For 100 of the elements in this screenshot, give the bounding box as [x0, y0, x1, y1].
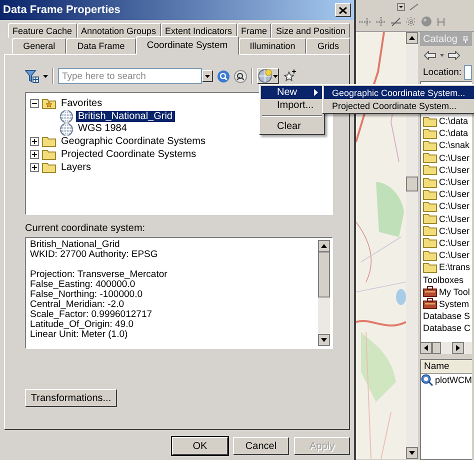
dialog-button[interactable]: Cancel: [233, 437, 289, 455]
tab[interactable]: Feature Cache: [8, 23, 76, 38]
dotted-line-icon[interactable]: [359, 16, 371, 26]
expand-icon[interactable]: [30, 150, 39, 160]
catalog-title: Catalog: [423, 34, 458, 44]
detail-line: WKID: 27700 Authority: EPSG: [30, 250, 159, 260]
folder-icon: [423, 176, 437, 188]
tree-item[interactable]: Favorites: [59, 98, 104, 109]
crosshair-icon[interactable]: [376, 16, 386, 26]
catalog-item[interactable]: C:\snak: [439, 140, 470, 150]
folder-icon: [423, 213, 437, 224]
detail-line: Central_Meridian: -2.0: [30, 300, 125, 310]
tab[interactable]: Data Frame: [66, 38, 136, 54]
sparkle-icon[interactable]: [406, 16, 416, 26]
tab[interactable]: Coordinate System: [136, 36, 239, 55]
close-icon: [339, 6, 347, 14]
globe-icon: [60, 122, 73, 136]
collapse-icon[interactable]: [30, 98, 39, 108]
folder-icon: [423, 188, 437, 200]
catalog-item[interactable]: C:\data: [439, 128, 468, 138]
vertical-scrollbar[interactable]: [318, 240, 330, 346]
expand-icon[interactable]: [30, 162, 39, 172]
catalog-item[interactable]: C:\User: [439, 164, 470, 175]
folder-icon: [423, 200, 437, 212]
folder-icon: [42, 162, 56, 173]
forward-arrow-icon[interactable]: [448, 50, 460, 60]
folder-icon: [42, 136, 56, 148]
catalog-item[interactable]: Toolboxes: [423, 274, 464, 285]
detail-line: British_National_Grid: [30, 240, 121, 250]
tree-item[interactable]: Geographic Coordinate Systems: [59, 136, 208, 148]
content-item[interactable]: plotWCM: [435, 375, 472, 386]
tab[interactable]: General: [12, 38, 66, 54]
detail-line: False_Northing: -100000.0: [30, 290, 144, 300]
filter-icon[interactable]: [25, 70, 39, 82]
line-tool-icon[interactable]: [409, 3, 419, 11]
column-header[interactable]: Name: [421, 360, 472, 374]
detail-line: Projection: Transverse_Mercator: [30, 270, 168, 280]
add-coordinate-system-button[interactable]: [257, 68, 279, 84]
transformations-button[interactable]: Transformations...: [25, 389, 117, 407]
catalog-item[interactable]: C:\User: [439, 238, 470, 248]
expand-icon[interactable]: [30, 137, 39, 146]
back-arrow-icon[interactable]: [424, 50, 436, 60]
horizontal-scrollbar[interactable]: [420, 342, 472, 354]
menu-item[interactable]: Projected Coordinate System...: [324, 99, 474, 112]
folder-icon: [42, 149, 56, 160]
clear-search-icon[interactable]: [234, 70, 247, 82]
menu-item[interactable]: Geographic Coordinate System...: [324, 86, 474, 99]
catalog-item[interactable]: System: [439, 298, 470, 309]
tree-item[interactable]: British_National_Grid: [76, 110, 174, 122]
detail-line: Scale_Factor: 0.9996012717: [30, 310, 154, 320]
search-field[interactable]: Type here to search: [58, 68, 202, 84]
tab[interactable]: Annotation Groups: [76, 23, 161, 38]
star-icon[interactable]: [283, 69, 297, 83]
catalog-item[interactable]: Database S: [423, 311, 470, 322]
catalog-item[interactable]: C:\User: [439, 152, 470, 163]
close-button[interactable]: [335, 3, 351, 17]
folder-icon: [423, 237, 437, 248]
toolbox-icon: [423, 298, 437, 310]
folder-icon: [423, 225, 437, 236]
detail-line: Linear Unit: Meter (1.0): [30, 330, 129, 340]
catalog-item[interactable]: C:\User: [439, 177, 470, 188]
toolbox-icon: [423, 286, 437, 298]
caret-icon[interactable]: [397, 3, 405, 11]
tab[interactable]: Size and Position: [271, 23, 350, 38]
catalog-item[interactable]: C:\User: [439, 250, 470, 260]
tab[interactable]: Grids: [306, 38, 350, 54]
catalog-item[interactable]: C:\User: [439, 226, 470, 236]
catalog-item[interactable]: C:\User: [439, 201, 470, 212]
tab[interactable]: Frame: [236, 23, 272, 38]
search-icon[interactable]: [217, 70, 230, 82]
bracket-icon[interactable]: [437, 16, 445, 26]
catalog-item[interactable]: C:\User: [439, 189, 470, 200]
detail-line: False_Easting: 400000.0: [30, 280, 136, 290]
catalog-item[interactable]: Database C: [423, 323, 471, 334]
caret-icon: [205, 74, 210, 78]
caret-icon: [273, 74, 278, 78]
current-system-label: Current coordinate system:: [25, 223, 146, 234]
folder-icon: [423, 262, 437, 273]
catalog-item[interactable]: C:\data: [439, 116, 468, 126]
tree-item[interactable]: Projected Coordinate Systems: [59, 149, 198, 160]
location-field[interactable]: [464, 65, 472, 80]
tab[interactable]: Illumination: [238, 38, 306, 54]
folder-icon: [423, 250, 437, 261]
folder-icon: [423, 152, 437, 164]
catalog-item[interactable]: My Tool: [439, 286, 470, 297]
folder-icon: [423, 128, 437, 139]
menu-item[interactable]: Import...: [261, 99, 323, 112]
submenu-arrow-icon: [314, 89, 318, 96]
dropdown-button[interactable]: [202, 70, 213, 82]
tree-item[interactable]: WGS 1984: [76, 123, 129, 134]
globe-icon: [60, 110, 73, 123]
tree-item[interactable]: Layers: [59, 162, 94, 173]
slash-icon[interactable]: [391, 16, 401, 26]
dialog-button[interactable]: OK: [172, 437, 228, 455]
catalog-item[interactable]: C:\User: [439, 214, 470, 224]
menu-item[interactable]: New: [261, 86, 323, 99]
menu-item[interactable]: Clear: [261, 120, 323, 133]
caret-icon[interactable]: [43, 74, 48, 78]
catalog-item[interactable]: E:\trans: [439, 262, 470, 272]
folder-icon: [423, 140, 437, 151]
